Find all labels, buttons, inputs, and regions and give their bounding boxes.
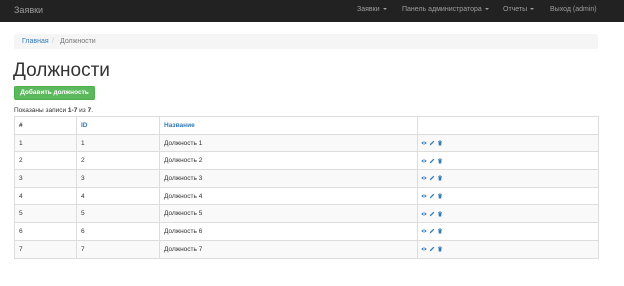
eye-icon[interactable] xyxy=(421,228,427,234)
nav-item-logout[interactable]: Выход (admin) xyxy=(550,6,597,13)
pencil-icon[interactable] xyxy=(429,193,435,199)
eye-icon[interactable] xyxy=(421,246,427,252)
cell-id: 4 xyxy=(76,186,160,206)
eye-icon[interactable] xyxy=(421,140,427,146)
table-row: 7 7 Должность 7 xyxy=(14,239,599,259)
cell-id: 7 xyxy=(76,239,160,259)
pencil-icon[interactable] xyxy=(429,158,435,164)
caret-down-icon xyxy=(382,8,387,10)
cell-id: 5 xyxy=(76,204,160,224)
column-header-actions xyxy=(417,116,599,135)
table-row: 3 3 Должность 3 xyxy=(14,169,599,188)
cell-actions xyxy=(417,133,599,153)
table-row: 2 2 Должность 2 xyxy=(14,151,599,171)
trash-icon[interactable] xyxy=(437,228,443,234)
eye-icon[interactable] xyxy=(421,211,427,217)
cell-actions xyxy=(417,186,599,206)
nav-item-admin-panel[interactable]: Панель администратора xyxy=(402,6,489,13)
table-row: 1 1 Должность 1 xyxy=(14,133,599,153)
column-header-name[interactable]: Название xyxy=(159,116,418,135)
nav-item-reports[interactable]: Отчеты xyxy=(503,6,535,13)
trash-icon[interactable] xyxy=(437,210,443,217)
eye-icon[interactable] xyxy=(421,158,427,164)
summary-text: Показаны записи 1-7 из 7. xyxy=(14,107,93,114)
cell-id: 1 xyxy=(76,133,160,153)
column-header-number: # xyxy=(14,116,77,135)
trash-icon[interactable] xyxy=(437,140,443,146)
caret-down-icon xyxy=(530,8,535,10)
table-row: 5 5 Должность 5 xyxy=(14,204,599,224)
eye-icon[interactable] xyxy=(421,193,427,199)
cell-number: 4 xyxy=(14,186,77,206)
trash-icon[interactable] xyxy=(437,175,443,181)
eye-icon[interactable] xyxy=(421,175,427,181)
pencil-icon[interactable] xyxy=(429,228,435,234)
navbar-brand[interactable]: Заявки xyxy=(14,5,43,15)
breadcrumb: Главная / Должности xyxy=(14,34,598,49)
nav-item-requests[interactable]: Заявки xyxy=(357,6,387,13)
caret-down-icon xyxy=(484,8,489,10)
cell-number: 3 xyxy=(14,169,77,188)
trash-icon[interactable] xyxy=(437,246,443,252)
pencil-icon[interactable] xyxy=(429,246,435,252)
breadcrumb-home-link[interactable]: Главная xyxy=(22,38,49,45)
trash-icon[interactable] xyxy=(437,193,443,199)
column-header-id[interactable]: ID xyxy=(76,116,160,135)
cell-number: 5 xyxy=(14,204,77,224)
navbar: Заявки Заявки Панель администратора Отче… xyxy=(0,0,624,22)
cell-actions xyxy=(417,151,599,171)
cell-actions xyxy=(417,222,599,241)
table-row: 6 6 Должность 6 xyxy=(14,222,599,241)
breadcrumb-separator: / xyxy=(52,38,54,45)
cell-name: Должность 2 xyxy=(159,151,418,171)
pencil-icon[interactable] xyxy=(429,175,435,181)
cell-number: 7 xyxy=(14,239,77,259)
pencil-icon[interactable] xyxy=(429,140,435,146)
cell-id: 2 xyxy=(76,151,160,171)
cell-name: Должность 3 xyxy=(159,169,418,188)
cell-name: Должность 5 xyxy=(159,204,418,224)
cell-name: Должность 7 xyxy=(159,239,418,259)
cell-name: Должность 6 xyxy=(159,222,418,241)
cell-number: 6 xyxy=(14,222,77,241)
cell-id: 6 xyxy=(76,222,160,241)
cell-actions xyxy=(417,169,599,188)
cell-name: Должность 4 xyxy=(159,186,418,206)
add-position-button[interactable]: Добавить должность xyxy=(14,86,95,100)
cell-number: 1 xyxy=(14,133,77,153)
pencil-icon[interactable] xyxy=(429,211,435,217)
cell-actions xyxy=(417,204,599,224)
cell-id: 3 xyxy=(76,169,160,188)
table-header-row: # ID Название xyxy=(14,116,599,135)
positions-table: # ID Название 1 1 Должность 1 2 2 Должность 2… xyxy=(14,116,599,259)
trash-icon[interactable] xyxy=(437,157,443,164)
cell-number: 2 xyxy=(14,151,77,171)
cell-name: Должность 1 xyxy=(159,133,418,153)
table-row: 4 4 Должность 4 xyxy=(14,186,599,206)
page-title: Должности xyxy=(13,60,110,81)
cell-actions xyxy=(417,239,599,259)
breadcrumb-current: Должности xyxy=(60,38,96,45)
